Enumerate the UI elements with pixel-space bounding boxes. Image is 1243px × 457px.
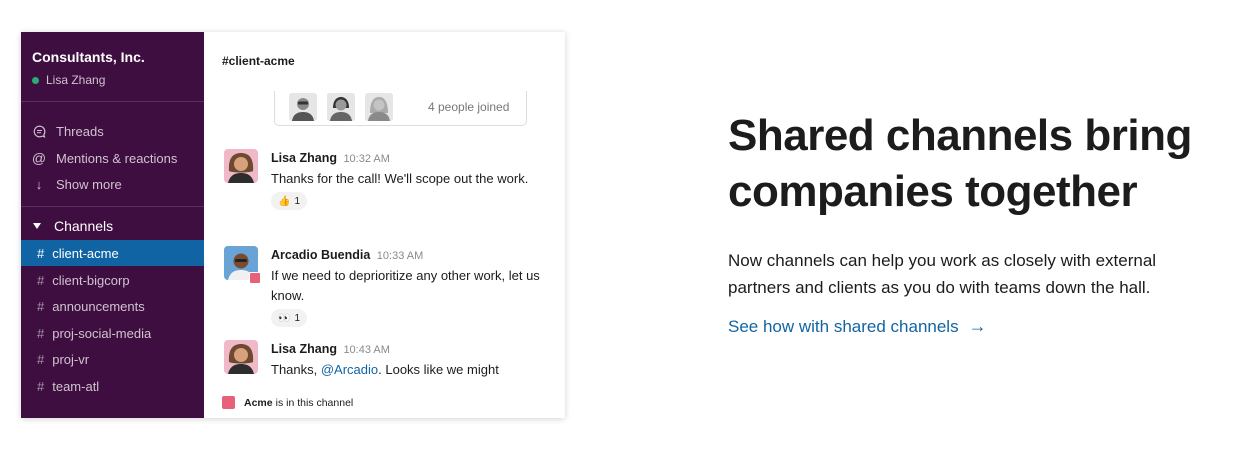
app-window: Consultants, Inc. Lisa Zhang Threads @ M… <box>21 32 565 418</box>
channel-pane: #client-acme 4 people joined Lisa Zhang … <box>204 32 565 418</box>
shared-channels-link[interactable]: See how with shared channels → <box>728 316 987 337</box>
sidebar-divider <box>21 206 204 207</box>
presence-icon <box>32 76 39 84</box>
members-joined-card: 4 people joined <box>274 91 527 126</box>
member-avatar <box>289 93 317 121</box>
current-user-name: Lisa Zhang <box>46 73 106 87</box>
message-body: Arcadio Buendia 10:33 AM If we need to d… <box>271 246 551 327</box>
sidebar-item-mentions[interactable]: @ Mentions & reactions <box>31 148 178 168</box>
sidebar-channel-client-acme[interactable]: # client-acme <box>21 240 204 266</box>
hash-icon: # <box>37 351 45 367</box>
user-mention[interactable]: @Arcadio <box>321 362 378 377</box>
message-body: Lisa Zhang 10:32 AM Thanks for the call!… <box>271 149 551 210</box>
avatar[interactable] <box>224 340 258 374</box>
channel-label: team-atl <box>52 378 100 394</box>
message-header: Lisa Zhang 10:32 AM <box>271 149 551 167</box>
message-text: Thanks for the call! We'll scope out the… <box>271 171 529 186</box>
shared-org-name[interactable]: Acme <box>244 397 273 409</box>
channel-label: proj-vr <box>52 351 90 367</box>
sidebar-channel-proj-social-media[interactable]: # proj-social-media <box>21 320 204 346</box>
hash-icon: # <box>37 272 45 288</box>
sidebar-channel-team-atl[interactable]: # team-atl <box>21 373 204 399</box>
reaction-pill[interactable]: 👀 1 <box>271 309 308 327</box>
hash-icon: # <box>37 245 45 261</box>
message-author[interactable]: Lisa Zhang <box>271 342 337 356</box>
message-time[interactable]: 10:33 AM <box>377 250 423 262</box>
thumbs-up-icon: 👍 <box>278 195 291 207</box>
message-body: Lisa Zhang 10:43 AM Thanks, @Arcadio. Lo… <box>271 340 551 380</box>
reaction-count: 1 <box>294 195 301 207</box>
shared-notice-text: is in this channel <box>275 396 354 409</box>
message-text: If we need to deprioritize any other wor… <box>271 268 540 303</box>
channel-label: client-bigcorp <box>52 272 130 288</box>
message-header: Lisa Zhang 10:43 AM <box>271 340 551 358</box>
org-badge-icon <box>222 396 235 409</box>
threads-icon <box>32 125 46 138</box>
message-author[interactable]: Arcadio Buendia <box>271 248 370 262</box>
reaction-pill[interactable]: 👍 1 <box>271 192 308 210</box>
arrow-down-icon: ↓ <box>35 176 43 192</box>
arrow-right-icon: → <box>968 316 987 336</box>
message-text-start: Thanks, <box>271 362 321 377</box>
channels-section-header[interactable]: Channels <box>32 218 113 234</box>
hash-icon: # <box>37 378 45 394</box>
message-time[interactable]: 10:43 AM <box>343 344 389 356</box>
channel-label: client-acme <box>52 245 119 261</box>
message-header: Arcadio Buendia 10:33 AM <box>271 246 551 264</box>
caret-down-icon <box>33 223 41 229</box>
sidebar-channel-client-bigcorp[interactable]: # client-bigcorp <box>21 267 204 293</box>
hash-icon: # <box>37 325 45 341</box>
shared-channel-notice: Acme is in this channel <box>222 396 353 409</box>
sidebar-channel-announcements[interactable]: # announcements <box>21 293 204 319</box>
sidebar-channel-proj-vr[interactable]: # proj-vr <box>21 346 204 372</box>
member-avatar <box>327 93 355 121</box>
workspace-name[interactable]: Consultants, Inc. <box>32 49 145 65</box>
external-member-badge <box>249 272 261 284</box>
current-user: Lisa Zhang <box>32 73 105 87</box>
message-text-end: . Looks like we might <box>378 362 499 377</box>
avatar[interactable] <box>224 149 258 183</box>
sidebar-divider <box>21 101 204 102</box>
sidebar-item-threads[interactable]: Threads <box>32 121 104 141</box>
joined-text: 4 people joined <box>428 100 510 114</box>
sidebar-item-label: Show more <box>56 176 122 192</box>
sidebar-item-show-more[interactable]: ↓ Show more <box>32 174 122 194</box>
page-headline: Shared channels bring companies together <box>728 111 1192 216</box>
page-subcopy: Now channels can help you work as closel… <box>728 251 1157 297</box>
channel-title[interactable]: #client-acme <box>222 54 295 68</box>
message-time[interactable]: 10:32 AM <box>343 153 389 165</box>
sidebar-item-label: Threads <box>56 123 104 139</box>
message-author[interactable]: Lisa Zhang <box>271 151 337 165</box>
at-icon: @ <box>31 150 47 166</box>
reaction-count: 1 <box>294 312 301 324</box>
channels-header-label: Channels <box>54 218 114 234</box>
sidebar: Consultants, Inc. Lisa Zhang Threads @ M… <box>21 32 204 418</box>
channel-label: proj-social-media <box>52 325 152 341</box>
message-text: Thanks, @Arcadio. Looks like we might <box>271 360 551 380</box>
member-avatar <box>365 93 393 121</box>
hash-icon: # <box>37 298 45 314</box>
cta-label: See how with shared channels <box>728 316 959 336</box>
channel-label: announcements <box>52 298 145 314</box>
eyes-icon: 👀 <box>278 312 291 324</box>
sidebar-item-label: Mentions & reactions <box>56 150 178 166</box>
